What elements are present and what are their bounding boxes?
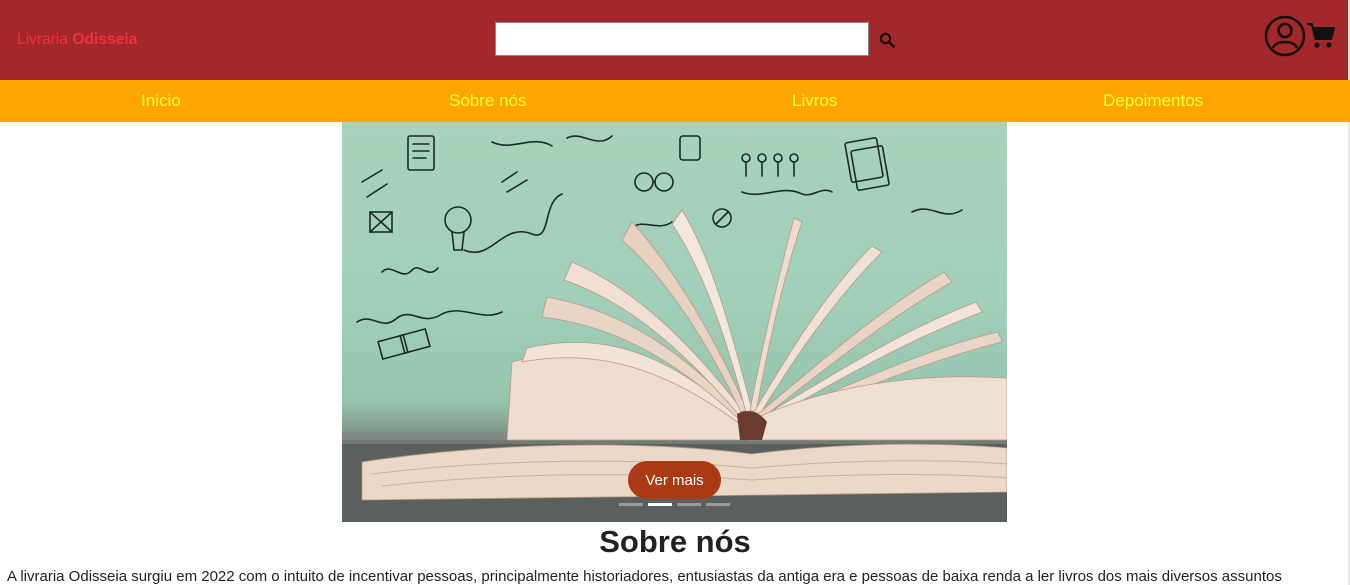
cart-button[interactable] [1306, 22, 1336, 50]
nav-item-depoimentos[interactable]: Depoimentos [1103, 91, 1203, 111]
nav-item-sobre-nos[interactable]: Sobre nós [449, 91, 527, 111]
carousel-indicator-1[interactable] [619, 503, 643, 506]
about-text: A livraria Odisseia surgiu em 2022 com o… [7, 568, 1282, 585]
nav-item-inicio[interactable]: Inicio [141, 91, 181, 111]
search-button[interactable] [876, 29, 898, 51]
shopping-cart-icon [1307, 23, 1335, 48]
search-icon [879, 32, 895, 48]
carousel-indicators [619, 503, 730, 506]
site-logo[interactable]: Livraria Odisseia [17, 31, 137, 49]
main-nav: Inicio Sobre nós Livros Depoimentos [0, 80, 1350, 122]
nav-item-livros[interactable]: Livros [792, 91, 837, 111]
search-input[interactable] [495, 22, 869, 56]
carousel-indicator-2[interactable] [648, 503, 672, 506]
user-account-button[interactable] [1264, 15, 1306, 57]
site-header: Livraria Odisseia [0, 0, 1350, 80]
ver-mais-button[interactable]: Ver mais [628, 461, 721, 499]
carousel-indicator-3[interactable] [677, 503, 701, 506]
carousel-indicator-4[interactable] [706, 503, 730, 506]
about-title: Sobre nós [599, 524, 751, 559]
logo-prefix: Livraria [17, 31, 68, 48]
user-circle-icon [1264, 15, 1306, 57]
logo-name: Odisseia [72, 31, 138, 48]
